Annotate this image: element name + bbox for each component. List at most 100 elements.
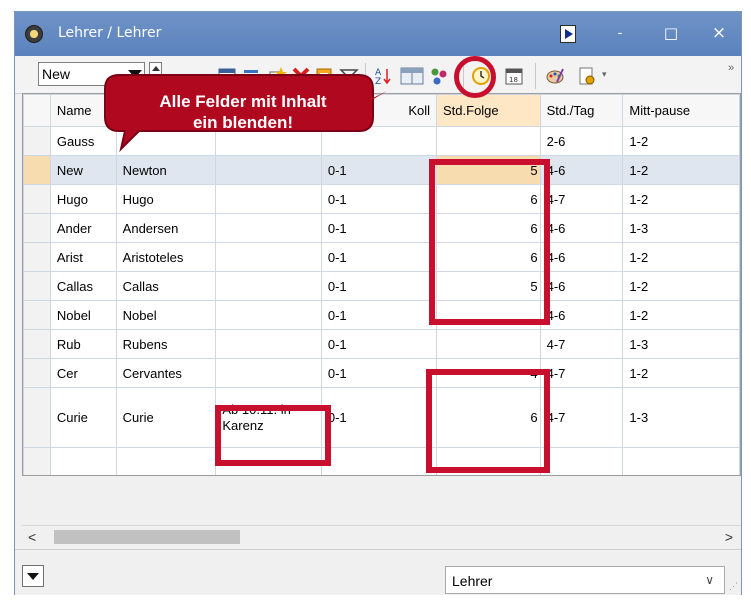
cell-name[interactable]: Curie: [49, 387, 117, 448]
table-row[interactable]: Cer Cervantes 0-1 4 4-7 1-2: [23, 358, 740, 388]
play-icon[interactable]: [560, 25, 576, 43]
row-indicator[interactable]: [23, 155, 51, 185]
cell-full-name[interactable]: Curie: [115, 387, 217, 448]
scroll-right-icon[interactable]: >: [725, 529, 733, 545]
table-row[interactable]: Curie Curie Ab 10.11. in Karenz 0-1 6 4-…: [23, 387, 740, 448]
cell-mitt-pause[interactable]: 1-2: [622, 184, 740, 214]
cell-text[interactable]: [215, 329, 322, 359]
cell-full-name[interactable]: Rubens: [115, 329, 217, 359]
cell-mitt-pause[interactable]: 1-2: [622, 155, 740, 185]
row-indicator[interactable]: [23, 447, 51, 475]
cell-full-name[interactable]: Newton: [115, 155, 217, 185]
table-row[interactable]: Callas Callas 0-1 5 4-6 1-2: [23, 271, 740, 301]
cell-koll[interactable]: [320, 447, 438, 475]
column-header[interactable]: Mitt-pause: [622, 94, 740, 127]
cell-mitt-pause[interactable]: 1-3: [622, 213, 740, 243]
cell-name[interactable]: Cer: [49, 358, 117, 388]
scroll-thumb[interactable]: [54, 530, 240, 544]
cell-text[interactable]: [215, 184, 322, 214]
cell-koll[interactable]: 0-1: [320, 271, 438, 301]
cell-koll[interactable]: 0-1: [320, 242, 438, 272]
row-indicator[interactable]: [23, 300, 51, 330]
cell-std-tag[interactable]: 4-7: [539, 387, 624, 448]
cell-name[interactable]: Arist: [49, 242, 117, 272]
cell-mitt-pause[interactable]: 1-2: [622, 242, 740, 272]
table-row[interactable]: Ander Andersen 0-1 6 4-6 1-3: [23, 213, 740, 243]
horizontal-scrollbar[interactable]: < >: [22, 525, 741, 547]
chevron-down-icon[interactable]: ▾: [602, 69, 607, 80]
cell-text[interactable]: [215, 300, 322, 330]
maximize-button[interactable]: □: [651, 18, 691, 48]
cell-mitt-pause[interactable]: 1-2: [622, 126, 740, 156]
link-icon[interactable]: [429, 66, 449, 86]
calendar-icon[interactable]: 18: [504, 66, 524, 86]
cell-std-tag[interactable]: 4-7: [539, 329, 624, 359]
element-type-select[interactable]: Lehrer ∨: [445, 566, 725, 594]
row-indicator[interactable]: [23, 126, 51, 156]
cell-std-folge[interactable]: [436, 126, 541, 156]
cell-mitt-pause[interactable]: 1-2: [622, 358, 740, 388]
row-indicator[interactable]: [23, 213, 51, 243]
cell-koll[interactable]: 0-1: [320, 358, 438, 388]
cell-koll[interactable]: 0-1: [320, 213, 438, 243]
row-indicator[interactable]: [23, 242, 51, 272]
minimize-button[interactable]: -: [600, 18, 640, 48]
toolbar-overflow-button[interactable]: »: [728, 62, 734, 74]
cell-name[interactable]: Callas: [49, 271, 117, 301]
chevron-down-icon[interactable]: ∨: [705, 573, 714, 587]
cell-std-tag[interactable]: 4-6: [539, 300, 624, 330]
cell-std-tag[interactable]: 4-6: [539, 213, 624, 243]
cell-full-name[interactable]: Cervantes: [115, 358, 217, 388]
cell-name[interactable]: Rub: [49, 329, 117, 359]
palette-icon[interactable]: [545, 66, 565, 86]
cell-koll[interactable]: 0-1: [320, 387, 438, 448]
cell-full-name[interactable]: Callas: [115, 271, 217, 301]
cell-full-name[interactable]: Hugo: [115, 184, 217, 214]
show-all-fields-icon[interactable]: [399, 66, 425, 86]
settings-icon[interactable]: [577, 66, 597, 86]
cell-name[interactable]: Nobel: [49, 300, 117, 330]
column-header[interactable]: Std.Folge: [436, 94, 541, 127]
table-row-selected[interactable]: New Newton 0-1 5 4-6 1-2: [23, 155, 740, 185]
cell-name[interactable]: [49, 447, 117, 475]
cell-text[interactable]: [215, 271, 322, 301]
cell-mitt-pause[interactable]: 1-3: [622, 387, 740, 448]
cell-text[interactable]: [215, 242, 322, 272]
cell-text[interactable]: [215, 358, 322, 388]
cell-std-tag[interactable]: 4-6: [539, 155, 624, 185]
close-button[interactable]: ×: [699, 18, 739, 48]
scroll-left-icon[interactable]: <: [28, 529, 36, 545]
table-row-new[interactable]: [23, 447, 740, 475]
cell-std-folge[interactable]: [436, 329, 541, 359]
cell-name[interactable]: Hugo: [49, 184, 117, 214]
row-indicator[interactable]: [23, 358, 51, 388]
cell-std-tag[interactable]: 2-6: [539, 126, 624, 156]
cell-std-tag[interactable]: [539, 447, 624, 475]
column-header[interactable]: [23, 94, 51, 127]
table-row[interactable]: Arist Aristoteles 0-1 6 4-6 1-2: [23, 242, 740, 272]
cell-std-tag[interactable]: 4-6: [539, 271, 624, 301]
cell-text[interactable]: [215, 213, 322, 243]
cell-koll[interactable]: 0-1: [320, 184, 438, 214]
row-indicator[interactable]: [23, 271, 51, 301]
cell-full-name[interactable]: [115, 447, 217, 475]
cell-name[interactable]: New: [49, 155, 117, 185]
column-header[interactable]: Std./Tag: [539, 94, 624, 127]
cell-koll[interactable]: 0-1: [320, 329, 438, 359]
cell-full-name[interactable]: Aristoteles: [115, 242, 217, 272]
cell-mitt-pause[interactable]: 1-2: [622, 271, 740, 301]
cell-koll[interactable]: 0-1: [320, 300, 438, 330]
row-indicator[interactable]: [23, 387, 51, 448]
title-bar[interactable]: Lehrer / Lehrer - □ ×: [15, 12, 741, 56]
cell-std-tag[interactable]: 4-6: [539, 242, 624, 272]
table-row[interactable]: Hugo Hugo 0-1 6 4-7 1-2: [23, 184, 740, 214]
resize-grip-icon[interactable]: ⋰: [729, 581, 738, 592]
cell-text[interactable]: [215, 155, 322, 185]
cell-std-tag[interactable]: 4-7: [539, 358, 624, 388]
cell-full-name[interactable]: Andersen: [115, 213, 217, 243]
cell-std-tag[interactable]: 4-7: [539, 184, 624, 214]
table-row[interactable]: Nobel Nobel 0-1 4-6 1-2: [23, 300, 740, 330]
cell-mitt-pause[interactable]: 1-3: [622, 329, 740, 359]
table-row[interactable]: Rub Rubens 0-1 4-7 1-3: [23, 329, 740, 359]
view-dropdown-button[interactable]: [22, 565, 44, 587]
